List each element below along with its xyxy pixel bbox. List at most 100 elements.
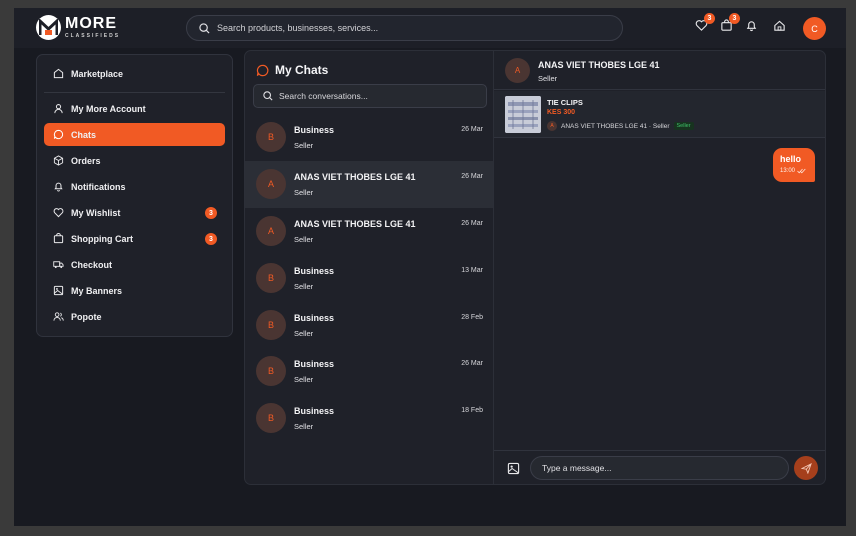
conversation-date: 26 Mar — [461, 360, 483, 367]
wishlist-button[interactable]: 3 — [695, 13, 715, 35]
heart-icon — [53, 208, 64, 218]
conversation-role: Seller — [294, 141, 314, 150]
sidebar-item-label: Popote — [71, 311, 102, 322]
seller-line: ANAS VIET THOBES LGE 41 · Seller — [561, 122, 670, 130]
conversation-item[interactable]: B Business Seller 13 Mar — [245, 255, 493, 302]
conversation-search-input[interactable]: Search conversations... — [253, 84, 487, 108]
message-input[interactable]: Type a message... — [530, 456, 789, 480]
sidebar-item-label: Notifications — [71, 181, 126, 192]
sidebar-item-checkout[interactable]: Checkout — [44, 253, 225, 276]
sidebar-item-label: Marketplace — [71, 68, 124, 79]
bell-icon — [54, 182, 63, 192]
message-text: hello — [780, 154, 802, 164]
app-window: MORE CLASSIFIEDS Search products, busine… — [14, 8, 846, 526]
conversation-date: 18 Feb — [461, 407, 483, 414]
avatar: B — [256, 356, 286, 386]
product-card[interactable]: TIE CLIPS KES 300 A ANAS VIET THOBES LGE… — [494, 91, 825, 138]
conversation-date: 13 Mar — [461, 267, 483, 274]
message-bubble-outgoing: hello 13:00 — [773, 148, 815, 182]
product-name: TIE CLIPS — [547, 98, 583, 107]
conversation-date: 28 Feb — [461, 314, 483, 321]
sidebar-item-popote[interactable]: Popote — [44, 305, 225, 328]
search-icon — [263, 91, 273, 101]
attach-image-icon[interactable] — [507, 462, 520, 475]
conversation-item[interactable]: B Business Seller 26 Mar — [245, 114, 493, 161]
cart-badge: 3 — [205, 233, 217, 245]
sidebar-item-label: Checkout — [71, 259, 113, 270]
message-composer: Type a message... — [494, 450, 825, 485]
avatar: A — [505, 58, 530, 83]
sidebar-item-my-banners[interactable]: My Banners — [44, 279, 225, 302]
users-icon — [53, 312, 64, 321]
brand-title: MORE — [65, 15, 117, 32]
wishlist-count-badge: 3 — [704, 13, 715, 24]
home-button[interactable] — [773, 19, 786, 35]
send-icon — [800, 462, 812, 474]
sidebar-item-notifications[interactable]: Notifications — [44, 175, 225, 198]
message-meta: 13:00 — [780, 168, 808, 174]
search-icon — [199, 22, 210, 34]
sidebar-item-marketplace[interactable]: Marketplace — [44, 62, 225, 85]
store-icon — [53, 68, 64, 79]
sidebar-item-label: My More Account — [71, 103, 146, 114]
conversation-item[interactable]: B Business Seller 28 Feb — [245, 302, 493, 349]
conversation-name: Business — [294, 266, 335, 276]
send-button[interactable] — [794, 456, 818, 480]
sidebar-divider — [44, 92, 225, 93]
avatar: B — [256, 403, 286, 433]
sidebar-item-label: Shopping Cart — [71, 233, 133, 244]
product-seller: A ANAS VIET THOBES LGE 41 · Seller Selle… — [547, 121, 694, 131]
box-icon — [53, 155, 64, 166]
conversation-item[interactable]: B Business Seller 18 Feb — [245, 395, 493, 442]
product-price: KES 300 — [547, 109, 576, 116]
conversation-item[interactable]: A ANAS VIET THOBES LGE 41 Seller 26 Mar — [245, 208, 493, 255]
sidebar-item-orders[interactable]: Orders — [44, 149, 225, 172]
cart-count-badge: 3 — [729, 13, 740, 24]
sidebar-item-label: Orders — [71, 155, 101, 166]
cart-button[interactable]: 3 — [720, 13, 740, 35]
product-thumbnail — [505, 96, 541, 133]
wishlist-badge: 3 — [205, 207, 217, 219]
truck-icon — [53, 261, 64, 269]
conversation-role: Seller — [538, 74, 558, 83]
conversation-search-placeholder: Search conversations... — [279, 91, 368, 101]
conversation-name: ANAS VIET THOBES LGE 41 — [294, 172, 416, 182]
sidebar: Marketplace My More Account Chats Orders… — [36, 54, 233, 337]
conversation-name: Business — [294, 359, 335, 369]
sidebar-item-shopping-cart[interactable]: Shopping Cart 3 — [44, 227, 225, 250]
user-icon — [54, 104, 63, 114]
chat-list-panel: My Chats Search conversations... B Busin… — [244, 50, 494, 485]
conversation-name: Business — [294, 406, 335, 416]
conversation-name: Business — [294, 313, 335, 323]
brand-subtitle: CLASSIFIEDS — [65, 33, 121, 39]
user-avatar[interactable]: C — [803, 17, 826, 40]
avatar: B — [256, 263, 286, 293]
conversation-date: 26 Mar — [461, 126, 483, 133]
double-check-icon — [797, 168, 806, 174]
bell-icon — [746, 21, 757, 32]
top-bar: MORE CLASSIFIEDS Search products, busine… — [14, 8, 846, 48]
conversation-panel: A ANAS VIET THOBES LGE 41 Seller TIE CLI… — [493, 50, 826, 485]
sidebar-item-my-wishlist[interactable]: My Wishlist 3 — [44, 201, 225, 224]
home-icon — [774, 20, 785, 31]
sidebar-item-label: My Wishlist — [71, 207, 121, 218]
chat-icon — [53, 129, 64, 140]
global-search-input[interactable]: Search products, businesses, services... — [186, 15, 623, 41]
image-icon — [53, 285, 64, 296]
cart-icon — [53, 233, 64, 244]
seller-avatar: A — [547, 121, 557, 131]
conversation-title: ANAS VIET THOBES LGE 41 — [538, 60, 660, 70]
conversation-role: Seller — [294, 188, 314, 197]
conversation-role: Seller — [294, 422, 314, 431]
sidebar-item-chats[interactable]: Chats — [44, 123, 225, 146]
conversation-item-selected[interactable]: A ANAS VIET THOBES LGE 41 Seller 26 Mar — [245, 161, 493, 208]
logo-mark-icon — [36, 15, 61, 40]
notifications-button[interactable] — [745, 19, 758, 35]
conversation-item[interactable]: B Business Seller 26 Mar — [245, 348, 493, 395]
conversation-role: Seller — [294, 329, 314, 338]
sidebar-item-my-more-account[interactable]: My More Account — [44, 97, 225, 120]
avatar: B — [256, 122, 286, 152]
conversation-name: Business — [294, 125, 335, 135]
search-placeholder: Search products, businesses, services... — [217, 23, 379, 33]
logo[interactable]: MORE CLASSIFIEDS — [36, 15, 120, 40]
